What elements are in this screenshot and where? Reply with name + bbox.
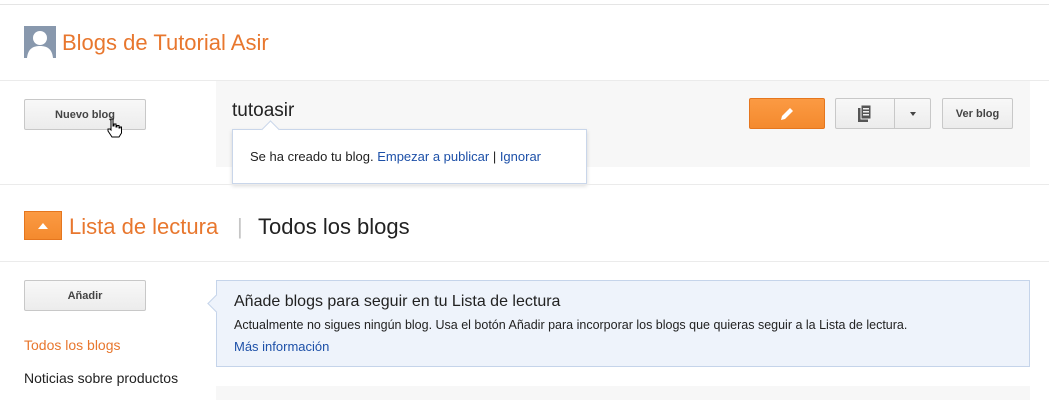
title-separator: | xyxy=(237,214,243,239)
blog-name[interactable]: tutoasir xyxy=(232,100,294,122)
edit-post-button[interactable] xyxy=(749,98,825,129)
avatar[interactable] xyxy=(24,26,56,58)
site-title[interactable]: Blogs de Tutorial Asir xyxy=(62,30,269,56)
user-silhouette-icon xyxy=(24,26,56,58)
caret-down-icon xyxy=(909,111,916,116)
section-divider-2 xyxy=(0,261,1049,262)
reading-list-subtitle: Todos los blogs xyxy=(258,214,410,239)
blog-created-tooltip: Se ha creado tu blog. Empezar a publicar… xyxy=(232,129,587,184)
more-info-link[interactable]: Más información xyxy=(234,339,329,354)
info-title: Añade blogs para seguir en tu Lista de l… xyxy=(234,293,561,310)
bottom-strip xyxy=(216,386,1030,400)
pages-button[interactable] xyxy=(835,98,895,129)
info-text: Actualmente no sigues ningún blog. Usa e… xyxy=(234,318,908,332)
nav-item-all-blogs[interactable]: Todos los blogs xyxy=(24,337,121,353)
caret-up-icon xyxy=(38,222,48,229)
collapse-reading-list-button[interactable] xyxy=(24,211,62,240)
tooltip-separator: | xyxy=(489,149,500,164)
nav-item-product-news[interactable]: Noticias sobre productos xyxy=(24,370,178,386)
section-divider xyxy=(0,184,1049,185)
view-blog-button[interactable]: Ver blog xyxy=(942,98,1013,129)
pencil-icon xyxy=(781,107,793,120)
pages-icon xyxy=(858,104,872,122)
more-options-dropdown[interactable] xyxy=(894,98,931,129)
tooltip-text: Se ha creado tu blog. xyxy=(250,149,378,164)
page-header: Blogs de Tutorial Asir xyxy=(0,5,1049,81)
new-blog-button[interactable]: Nuevo blog xyxy=(24,99,146,130)
start-publishing-link[interactable]: Empezar a publicar xyxy=(377,149,489,164)
ignore-link[interactable]: Ignorar xyxy=(500,149,541,164)
hand-pointer-cursor-icon xyxy=(107,118,122,138)
reading-list-title: Lista de lectura xyxy=(69,214,219,239)
reading-list-info-box: Añade blogs para seguir en tu Lista de l… xyxy=(216,280,1030,367)
add-button[interactable]: Añadir xyxy=(24,280,146,311)
